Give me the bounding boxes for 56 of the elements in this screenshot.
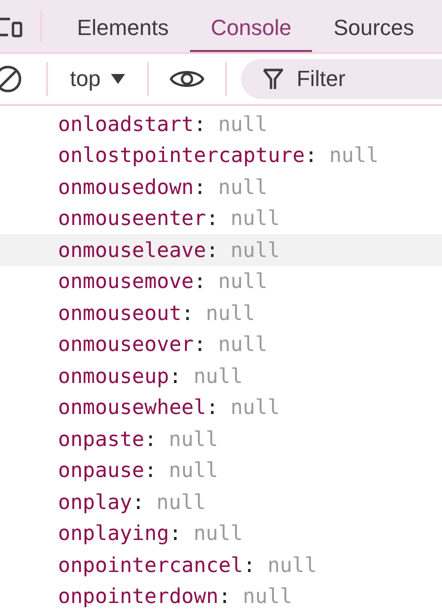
property-name: onmouseup [58,364,170,388]
panel-tab[interactable]: Console [190,0,312,52]
filter-field[interactable]: Filter [240,59,442,99]
property-name: onmouseout [58,300,182,325]
property-name: onlostpointercapture [58,143,305,168]
property-value: null [206,300,256,325]
colon: : [206,206,218,230]
property-value: null [230,206,280,230]
colon: : [181,300,194,325]
property-value: null [329,143,379,168]
colon: : [304,143,318,168]
property-name: onpaste [58,426,144,451]
colon: : [243,552,256,577]
property-name: onpause [58,458,144,482]
colon: : [194,112,206,136]
property-name: onmousemove [58,269,194,294]
panel-tab[interactable]: Elements [56,0,190,52]
property-value: null [193,364,243,388]
clear-console-icon[interactable] [0,63,24,95]
property-value: null [193,521,243,546]
colon: : [194,269,206,294]
property-name: onmouseenter [58,206,206,230]
panel-tab[interactable]: Sources [312,0,436,52]
property-value: null [156,490,206,514]
property-value: null [218,332,268,356]
colon: : [206,395,218,420]
property-name: onloadstart [58,112,194,136]
property-name: onmouseover [58,332,194,356]
property-value: null [230,238,280,262]
colon: : [194,332,206,356]
colon: : [169,364,182,388]
property-value: null [267,552,317,577]
property-name: onplay [58,490,132,514]
colon: : [144,458,157,482]
property-name: onpointercancel [58,552,244,577]
property-value: null [218,112,268,136]
property-value: null [168,426,218,451]
property-name: onplaying [58,521,170,546]
property-value: null [242,584,292,608]
funnel-icon [262,68,283,90]
property-name: onmousedown [58,174,194,199]
colon: : [169,521,182,546]
colon: : [194,174,206,199]
caret-icon [110,74,125,84]
property-value: null [218,174,268,199]
colon: : [218,584,231,608]
property-name: onmousewheel [58,395,206,420]
property-name: onpointerdown [58,584,218,608]
colon: : [144,426,157,451]
property-value: null [168,458,218,482]
colon: : [132,490,144,514]
context-dropdown[interactable]: top [70,66,125,92]
property-value: null [218,269,268,294]
property-value: null [230,395,280,420]
colon: : [206,238,218,262]
property-name: onmouseleave [58,238,206,262]
